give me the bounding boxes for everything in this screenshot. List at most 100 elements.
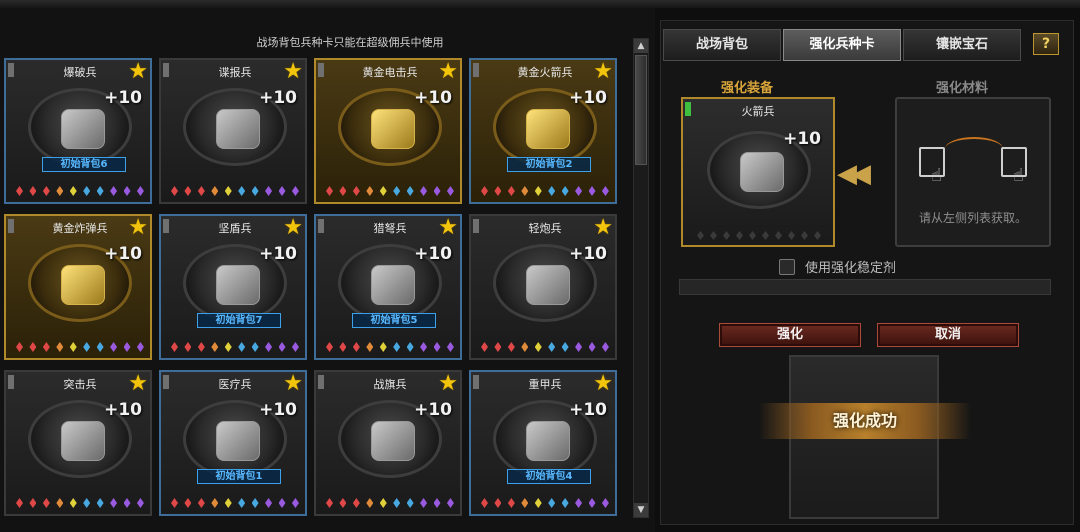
empty-gem-row (697, 231, 821, 241)
scrollbar[interactable]: ▲ ▼ (633, 38, 649, 518)
double-arrow-left-icon: ◀◀ (837, 159, 871, 189)
enhance-button[interactable]: 强化 (719, 323, 861, 347)
card-level: +10 (104, 244, 142, 264)
card-level: +10 (259, 400, 297, 420)
gem-icon (366, 498, 374, 508)
soldier-card[interactable]: 黄金炸弹兵 ★ +10 (4, 214, 152, 360)
card-level: +10 (414, 244, 452, 264)
gem-icon (291, 342, 299, 352)
gem-icon (136, 498, 144, 508)
gem-icon (83, 186, 91, 196)
gem-icon (197, 186, 205, 196)
gem-icon (521, 498, 529, 508)
soldier-card[interactable]: 突击兵 ★ +10 (4, 370, 152, 516)
gem-icon (507, 498, 515, 508)
star-icon: ★ (593, 59, 613, 84)
gem-icon (224, 342, 232, 352)
weapon-icon (526, 265, 570, 305)
soldier-card[interactable]: 黄金电击兵 ★ +10 (314, 58, 462, 204)
gem-icon (534, 186, 542, 196)
gem-icon (96, 186, 104, 196)
gem-icon (29, 498, 37, 508)
material-slot[interactable]: ☝ ☝ 请从左侧列表获取。 (895, 97, 1051, 247)
gem-icon (123, 186, 131, 196)
gem-icon (42, 186, 50, 196)
weapon-icon (371, 421, 415, 461)
gem-icon (575, 498, 583, 508)
card-level: +10 (414, 400, 452, 420)
gem-icon (171, 342, 178, 352)
gem-icon (446, 342, 454, 352)
gem-icon (69, 342, 77, 352)
soldier-card[interactable]: 重甲兵 ★ +10 初始背包4 (469, 370, 617, 516)
stabilizer-option[interactable]: 使用强化稳定剂 (779, 257, 896, 276)
soldier-card[interactable]: 黄金火箭兵 ★ +10 初始背包2 (469, 58, 617, 204)
gem-icon (56, 186, 64, 196)
gem-icon (507, 342, 515, 352)
gem-icon (366, 186, 374, 196)
gem-icon (171, 186, 178, 196)
gem-icon (197, 342, 205, 352)
help-button[interactable]: ? (1033, 33, 1059, 55)
soldier-card[interactable]: 爆破兵 ★ +10 初始背包6 (4, 58, 152, 204)
gem-icon (494, 342, 502, 352)
gem-icon (29, 342, 37, 352)
gem-icon (224, 186, 232, 196)
weapon-icon (61, 421, 105, 461)
scroll-up-icon[interactable]: ▲ (634, 39, 648, 53)
scroll-down-icon[interactable]: ▼ (634, 503, 648, 517)
initial-bag-badge: 初始背包7 (197, 313, 281, 328)
soldier-card[interactable]: 战旗兵 ★ +10 (314, 370, 462, 516)
gem-icon (69, 186, 77, 196)
card-level: +10 (414, 88, 452, 108)
gem-icon (352, 186, 360, 196)
soldier-card[interactable]: 猎弩兵 ★ +10 初始背包5 (314, 214, 462, 360)
soldier-card[interactable]: 坚盾兵 ★ +10 初始背包7 (159, 214, 307, 360)
gem-icon (420, 498, 428, 508)
gem-icon (326, 498, 333, 508)
star-icon: ★ (593, 371, 613, 396)
gem-icon (238, 342, 246, 352)
gem-icon (393, 342, 401, 352)
tab-battle-backpack[interactable]: 战场背包 (663, 29, 781, 61)
gem-icon (265, 186, 273, 196)
gem-icon (588, 342, 596, 352)
gem-icon (601, 498, 609, 508)
cancel-button[interactable]: 取消 (877, 323, 1019, 347)
drag-arrow-icon (945, 137, 1003, 161)
stabilizer-checkbox[interactable] (779, 258, 795, 275)
gem-row (481, 342, 609, 354)
gem-icon (575, 342, 583, 352)
gem-icon (548, 186, 556, 196)
soldier-card[interactable]: 医疗兵 ★ +10 初始背包1 (159, 370, 307, 516)
scroll-thumb[interactable] (635, 55, 647, 165)
gem-icon (521, 342, 529, 352)
gem-icon (96, 498, 104, 508)
gem-icon (56, 498, 64, 508)
soldier-card[interactable]: 谍报兵 ★ +10 (159, 58, 307, 204)
hand-pointer-icon: ☝ (931, 165, 942, 186)
gem-icon (238, 186, 246, 196)
gem-icon (393, 498, 401, 508)
gem-icon (446, 186, 454, 196)
gem-icon (110, 186, 118, 196)
gem-icon (494, 186, 502, 196)
tab-gem-inlay[interactable]: 镶嵌宝石 (903, 29, 1021, 61)
soldier-card[interactable]: 轻炮兵 ★ +10 (469, 214, 617, 360)
enhance-progress-bar (679, 279, 1051, 295)
gem-icon (326, 186, 333, 196)
gem-icon (83, 498, 91, 508)
equip-slot-card[interactable]: 火箭兵 +10 (681, 97, 835, 247)
gem-icon (42, 342, 50, 352)
weapon-icon (526, 109, 570, 149)
gem-icon (433, 342, 441, 352)
weapon-icon (61, 265, 105, 305)
hand-pointer-icon: ☝ (1013, 165, 1024, 186)
gem-icon (521, 186, 529, 196)
gem-icon (291, 186, 299, 196)
tab-enhance-card[interactable]: 强化兵种卡 (783, 29, 901, 61)
gem-icon (184, 186, 192, 196)
weapon-icon (61, 109, 105, 149)
gem-icon (56, 342, 64, 352)
initial-bag-badge: 初始背包5 (352, 313, 436, 328)
